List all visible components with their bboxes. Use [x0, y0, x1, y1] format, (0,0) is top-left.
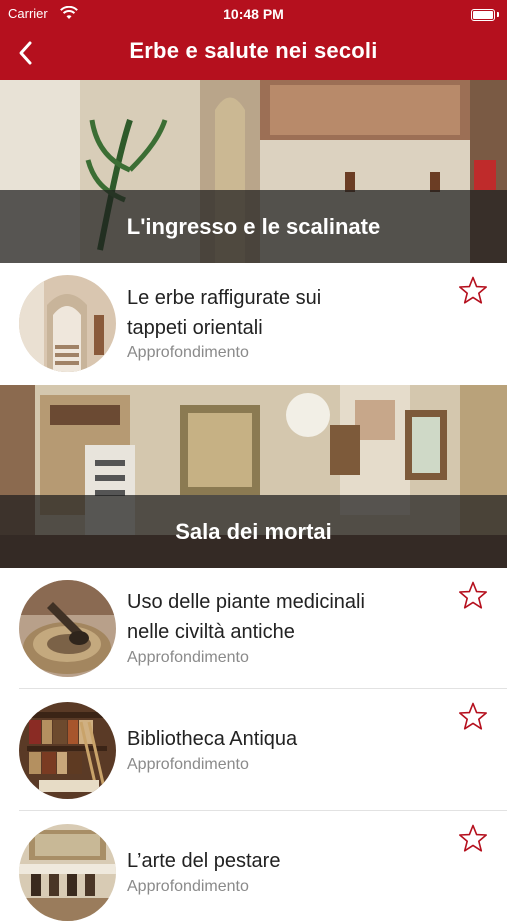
item-subtitle: Approfondimento: [127, 649, 249, 666]
item-subtitle: Approfondimento: [127, 756, 249, 773]
favorite-star-icon[interactable]: [457, 275, 489, 307]
item-title-line: tappeti orientali: [127, 317, 263, 339]
item-thumbnail: [19, 702, 116, 799]
top-bar: Carrier 10:48 PM Erbe e salute nei secol…: [0, 0, 507, 80]
list-item[interactable]: L’arte del pestare Approfondimento: [0, 811, 507, 921]
list-item[interactable]: Bibliotheca Antiqua Approfondimento: [0, 689, 507, 811]
section-header-mortai[interactable]: Sala dei mortai: [0, 385, 507, 568]
item-title: L’arte del pestare: [127, 846, 437, 876]
battery-cap: [497, 12, 499, 17]
item-subtitle: Approfondimento: [127, 344, 249, 361]
section-title-band: L'ingresso e le scalinate: [0, 190, 507, 263]
page-title: Erbe e salute nei secoli: [129, 38, 378, 63]
section-title-band: Sala dei mortai: [0, 495, 507, 568]
item-subtitle: Approfondimento: [127, 878, 249, 895]
list-item[interactable]: Le erbe raffigurate sui tappeti oriental…: [0, 263, 507, 385]
item-title-line: Le erbe raffigurate sui: [127, 287, 322, 309]
list-item[interactable]: Uso delle piante medicinali nelle civilt…: [0, 568, 507, 689]
item-title-line: nelle civiltà antiche: [127, 621, 295, 643]
item-thumbnail: [19, 580, 116, 677]
section-header-ingresso[interactable]: L'ingresso e le scalinate: [0, 80, 507, 263]
battery-icon: [471, 9, 495, 21]
item-title-line: Uso delle piante medicinali: [127, 591, 365, 613]
favorite-star-icon[interactable]: [457, 701, 489, 733]
status-bar: Carrier 10:48 PM: [0, 0, 507, 28]
favorite-star-icon[interactable]: [457, 823, 489, 855]
item-title: Bibliotheca Antiqua: [127, 724, 437, 754]
item-title-line: Bibliotheca Antiqua: [127, 728, 298, 750]
item-title: Le erbe raffigurate sui tappeti oriental…: [127, 283, 437, 343]
section-title: L'ingresso e le scalinate: [126, 213, 381, 239]
favorite-star-icon[interactable]: [457, 580, 489, 612]
section-title: Sala dei mortai: [175, 518, 332, 544]
item-title-line: L’arte del pestare: [127, 850, 281, 872]
item-thumbnail: [19, 824, 116, 921]
item-thumbnail: [19, 275, 116, 372]
status-time: 10:48 PM: [223, 6, 284, 22]
item-title: Uso delle piante medicinali nelle civilt…: [127, 587, 437, 647]
